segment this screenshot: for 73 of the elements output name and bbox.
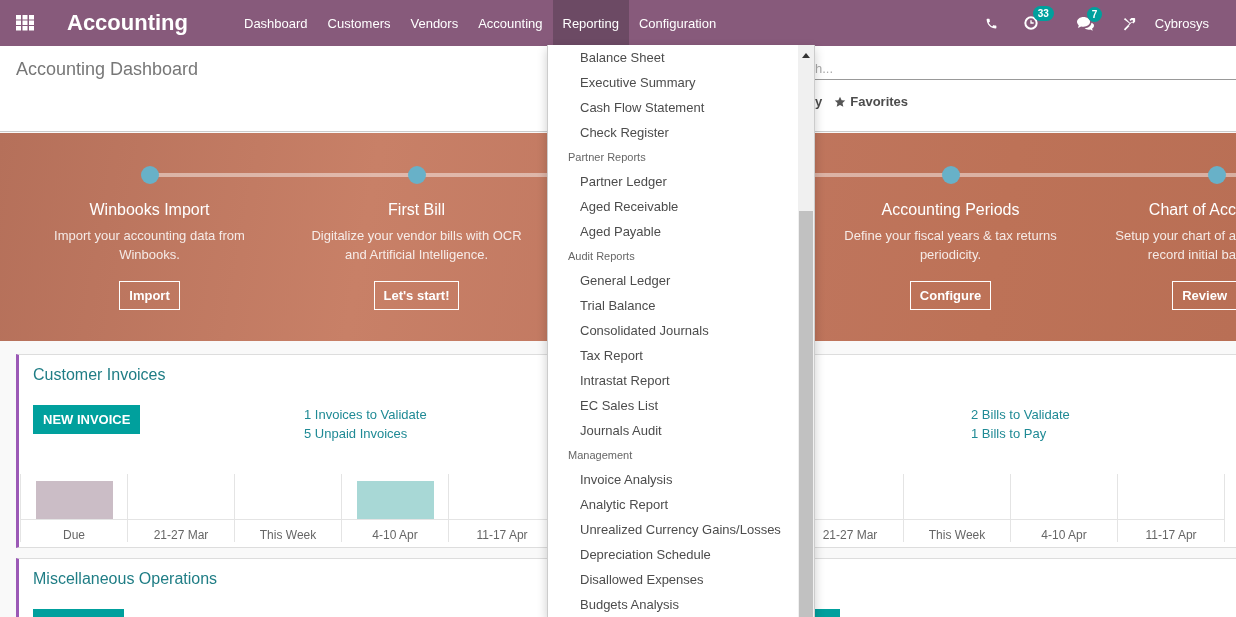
step-button[interactable]: Configure xyxy=(909,281,992,310)
tools-icon[interactable] xyxy=(1121,15,1137,31)
scroll-up-icon[interactable] xyxy=(802,53,810,58)
user-name[interactable]: Cybrosys xyxy=(1154,15,1209,31)
clock-icon[interactable] xyxy=(1022,15,1039,31)
menu-tab[interactable]: Dashboard xyxy=(234,0,318,46)
dropdown-item[interactable]: Balance Sheet xyxy=(548,45,798,70)
step-dot xyxy=(407,166,426,184)
dropdown-item[interactable]: Consolidated Journals xyxy=(548,318,798,343)
phone-icon[interactable] xyxy=(984,16,998,30)
chart-label: This Week xyxy=(258,528,318,542)
step-button[interactable]: Review xyxy=(1172,281,1236,310)
apps-menu-icon[interactable] xyxy=(15,13,35,33)
journal-link[interactable]: 2 Bills to Validate xyxy=(971,405,1070,424)
chart-label: 11-17 Apr xyxy=(1144,528,1198,542)
chart-label: 4-10 Apr xyxy=(1040,528,1088,542)
step-dot xyxy=(140,166,159,184)
menu-tab[interactable]: Vendors xyxy=(400,0,469,46)
dropdown-item[interactable]: Aged Payable xyxy=(548,219,798,244)
step-title: First Bill xyxy=(388,201,445,220)
app-title: Accounting xyxy=(67,10,188,36)
chart-label: 11-17 Apr xyxy=(475,528,529,542)
step-description: Import your accounting data from Winbooks. xyxy=(54,227,245,264)
journal-link[interactable]: 1 Bills to Pay xyxy=(971,424,1070,443)
journal-link[interactable]: 5 Unpaid Invoices xyxy=(304,424,427,443)
dropdown-item[interactable]: Intrastat Report xyxy=(548,368,798,393)
step-title: Winbooks Import xyxy=(89,201,210,220)
filter-option[interactable]: y xyxy=(815,94,823,109)
step-dot xyxy=(941,166,960,184)
menu-tab[interactable]: Reporting xyxy=(552,0,629,46)
breadcrumb: Accounting Dashboard xyxy=(16,59,199,81)
dropdown-item[interactable]: Partner Ledger xyxy=(548,169,798,194)
dropdown-item[interactable]: Cash Flow Statement xyxy=(548,95,798,120)
chart-label: 21-27 Mar xyxy=(152,528,210,542)
dropdown-section-header: Management xyxy=(567,448,634,463)
dropdown-item[interactable]: Trial Balance xyxy=(548,293,798,318)
step-button[interactable]: Import xyxy=(119,281,180,310)
step-title: Chart of Acc xyxy=(1148,201,1236,220)
message-count-badge: 7 xyxy=(1086,6,1103,22)
menu-tab[interactable]: Accounting xyxy=(468,0,553,46)
dropdown-item[interactable]: Depreciation Schedule xyxy=(548,542,798,567)
dropdown-item[interactable]: Tax Report xyxy=(548,343,798,368)
dropdown-item[interactable]: Disallowed Expenses xyxy=(548,567,798,592)
step-dot xyxy=(1208,166,1226,184)
star-icon xyxy=(834,95,847,108)
dropdown-item[interactable]: Unrealized Currency Gains/Losses xyxy=(548,517,798,542)
step-description: Digitalize your vendor bills with OCR and Artificial Intelligence. xyxy=(311,227,522,264)
dropdown-item[interactable]: Aged Receivable xyxy=(548,194,798,219)
scrollbar-thumb[interactable] xyxy=(799,211,813,617)
step-description: Setup your chart of a record initial ba xyxy=(1115,227,1236,264)
dropdown-section-header: Audit Reports xyxy=(567,249,636,264)
dropdown-item[interactable]: Analytic Report xyxy=(548,492,798,517)
dropdown-item[interactable]: EC Sales List xyxy=(548,393,798,418)
dropdown-item[interactable]: Journals Audit xyxy=(548,418,798,443)
dropdown-item[interactable]: Invoice Analysis xyxy=(548,467,798,492)
menu-tab[interactable]: Customers xyxy=(317,0,401,46)
chart-label: 21-27 Mar xyxy=(821,528,879,542)
menu-tab[interactable]: Configuration xyxy=(628,0,727,46)
step-title: Accounting Periods xyxy=(881,201,1020,220)
chart-label: Due xyxy=(62,528,86,542)
dropdown-item[interactable]: Budgets Analysis xyxy=(548,592,798,617)
journal-link[interactable]: 1 Invoices to Validate xyxy=(304,405,427,424)
activity-count-badge: 33 xyxy=(1032,6,1054,21)
dropdown-item[interactable]: General Ledger xyxy=(548,268,798,293)
chat-icon[interactable] xyxy=(1076,15,1094,31)
dropdown-item[interactable]: Check Register xyxy=(548,120,798,145)
filter-option[interactable]: Favorites xyxy=(834,94,909,109)
dropdown-section-header: Partner Reports xyxy=(567,150,647,165)
scrollbar[interactable] xyxy=(798,45,814,617)
chart-label: This Week xyxy=(927,528,987,542)
dropdown-item[interactable]: Executive Summary xyxy=(548,70,798,95)
chart-label: 4-10 Apr xyxy=(371,528,419,542)
step-description: Define your fiscal years & tax returns periodicity. xyxy=(844,227,1057,264)
